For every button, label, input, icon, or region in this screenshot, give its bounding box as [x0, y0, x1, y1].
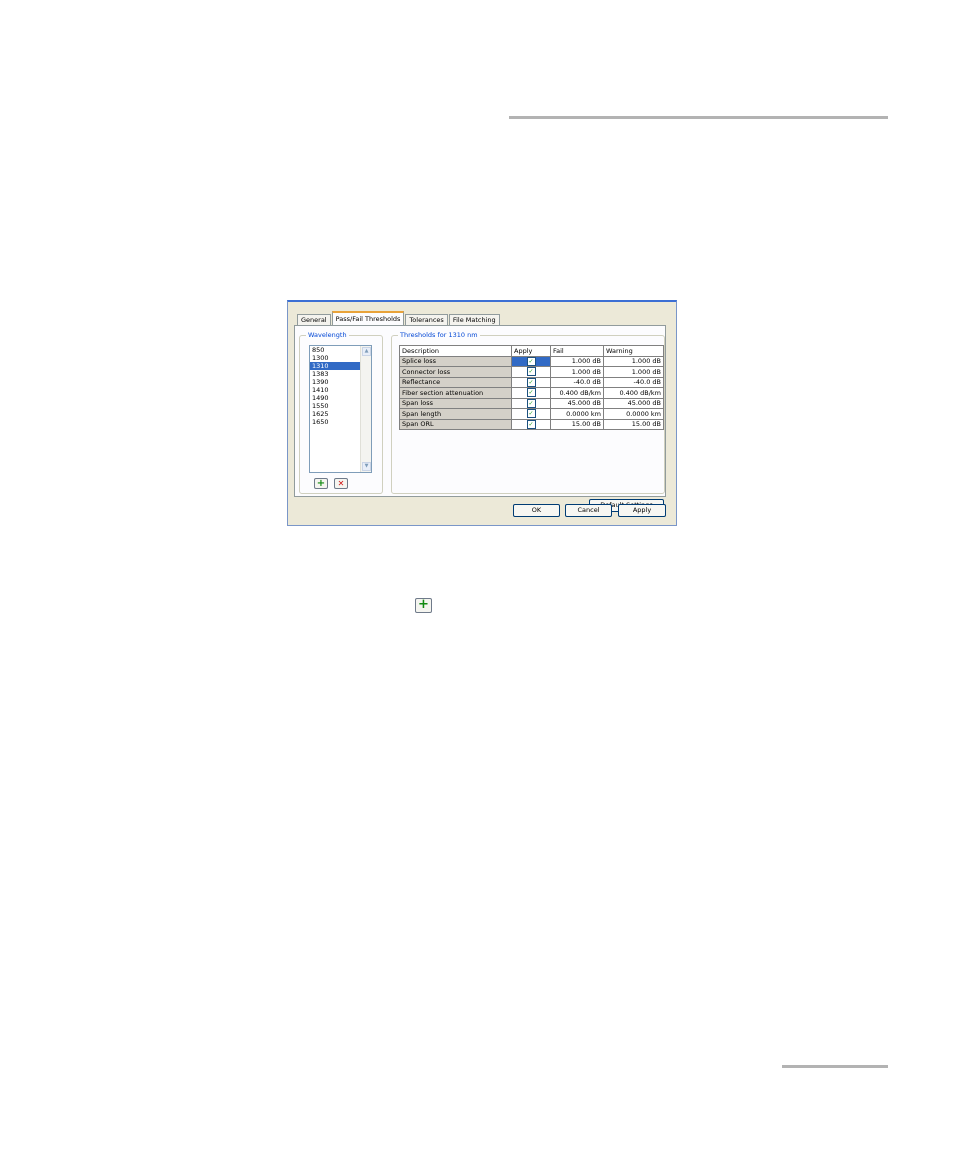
add-wavelength-button[interactable]: +: [314, 478, 328, 489]
wavelength-scrollbar[interactable]: ▲ ▼: [360, 346, 371, 472]
wavelength-item[interactable]: 1383: [310, 370, 362, 378]
table-row: Reflectance ✓ -40.0 dB -40.0 dB: [399, 376, 664, 388]
thresholds-table: Description Apply Fail Warning Splice lo…: [399, 345, 664, 430]
cancel-button[interactable]: Cancel: [565, 504, 612, 517]
column-header-fail: Fail: [550, 345, 604, 357]
row-description: Fiber section attenuation: [399, 387, 512, 399]
thresholds-group-title: Thresholds for 1310 nm: [398, 331, 480, 340]
wavelength-item[interactable]: 850: [310, 346, 362, 354]
apply-checkbox[interactable]: ✓: [526, 377, 536, 387]
wavelength-list[interactable]: 850 1300 1310 1383 1390 1410 1490 1550 1…: [309, 345, 372, 473]
apply-checkbox[interactable]: ✓: [526, 388, 536, 398]
table-row: Connector loss ✓ 1.000 dB 1.000 dB: [399, 366, 664, 378]
row-description: Reflectance: [399, 376, 512, 388]
tab-tolerances[interactable]: Tolerances: [405, 314, 448, 325]
plus-icon: +: [316, 478, 326, 489]
header-rule: [509, 116, 888, 119]
wavelength-group-title: Wavelength: [306, 331, 349, 340]
wavelength-item-selected[interactable]: 1310: [310, 362, 362, 370]
row-description: Splice loss: [399, 355, 512, 367]
column-header-description: Description: [399, 345, 512, 357]
warning-value[interactable]: 0.0000 km: [603, 408, 664, 420]
table-row: Splice loss ✓ 1.000 dB 1.000 dB: [399, 355, 664, 367]
table-row: Span length ✓ 0.0000 km 0.0000 km: [399, 408, 664, 420]
fail-value[interactable]: 0.0000 km: [550, 408, 604, 420]
fail-value[interactable]: 45.000 dB: [550, 397, 604, 409]
delete-icon: ✕: [337, 479, 345, 488]
apply-checkbox[interactable]: ✓: [526, 409, 536, 419]
fail-value[interactable]: 1.000 dB: [550, 355, 604, 367]
row-description: Span ORL: [399, 418, 512, 430]
apply-checkbox[interactable]: ✓: [526, 398, 536, 408]
fail-value[interactable]: 15.00 dB: [550, 418, 604, 430]
warning-value[interactable]: 1.000 dB: [603, 366, 664, 378]
warning-value[interactable]: 1.000 dB: [603, 355, 664, 367]
settings-dialog: General Pass/Fail Thresholds Tolerances …: [287, 300, 677, 526]
apply-checkbox[interactable]: ✓: [526, 419, 536, 429]
wavelength-item[interactable]: 1625: [310, 410, 362, 418]
apply-cell[interactable]: ✓: [511, 387, 551, 399]
table-row: Span loss ✓ 45.000 dB 45.000 dB: [399, 397, 664, 409]
footer-rule: [782, 1065, 888, 1068]
warning-value[interactable]: 0.400 dB/km: [603, 387, 664, 399]
row-description: Connector loss: [399, 366, 512, 378]
apply-cell[interactable]: ✓: [511, 376, 551, 388]
row-description: Span loss: [399, 397, 512, 409]
inline-add-icon: +: [415, 598, 432, 613]
scroll-up-icon[interactable]: ▲: [362, 347, 371, 356]
column-header-warning: Warning: [603, 345, 664, 357]
apply-cell[interactable]: ✓: [511, 418, 551, 430]
table-row: Span ORL ✓ 15.00 dB 15.00 dB: [399, 418, 664, 430]
tab-pass-fail-thresholds[interactable]: Pass/Fail Thresholds: [331, 311, 405, 325]
apply-cell[interactable]: ✓: [511, 355, 551, 367]
apply-cell[interactable]: ✓: [511, 408, 551, 420]
table-row: Fiber section attenuation ✓ 0.400 dB/km …: [399, 387, 664, 399]
tab-general[interactable]: General: [297, 314, 331, 325]
tab-strip: General Pass/Fail Thresholds Tolerances …: [297, 311, 501, 325]
tab-file-matching[interactable]: File Matching: [448, 314, 500, 325]
apply-button[interactable]: Apply: [618, 504, 666, 517]
wavelength-item[interactable]: 1650: [310, 418, 362, 426]
scroll-down-icon[interactable]: ▼: [362, 462, 371, 471]
apply-checkbox[interactable]: ✓: [526, 356, 536, 366]
warning-value[interactable]: 45.000 dB: [603, 397, 664, 409]
wavelength-item[interactable]: 1390: [310, 378, 362, 386]
row-description: Span length: [399, 408, 512, 420]
fail-value[interactable]: 0.400 dB/km: [550, 387, 604, 399]
wavelength-item[interactable]: 1490: [310, 394, 362, 402]
ok-button[interactable]: OK: [513, 504, 560, 517]
column-header-apply: Apply: [511, 345, 551, 357]
wavelength-item[interactable]: 1410: [310, 386, 362, 394]
apply-cell[interactable]: ✓: [511, 397, 551, 409]
tab-panel: Wavelength 850 1300 1310 1383 1390 1410 …: [294, 325, 666, 512]
warning-value[interactable]: -40.0 dB: [603, 376, 664, 388]
fail-value[interactable]: -40.0 dB: [550, 376, 604, 388]
warning-value[interactable]: 15.00 dB: [603, 418, 664, 430]
apply-checkbox[interactable]: ✓: [526, 367, 536, 377]
wavelength-item[interactable]: 1300: [310, 354, 362, 362]
table-header-row: Description Apply Fail Warning: [399, 345, 664, 357]
wavelength-item[interactable]: 1550: [310, 402, 362, 410]
apply-cell[interactable]: ✓: [511, 366, 551, 378]
delete-wavelength-button[interactable]: ✕: [334, 478, 348, 489]
fail-value[interactable]: 1.000 dB: [550, 366, 604, 378]
